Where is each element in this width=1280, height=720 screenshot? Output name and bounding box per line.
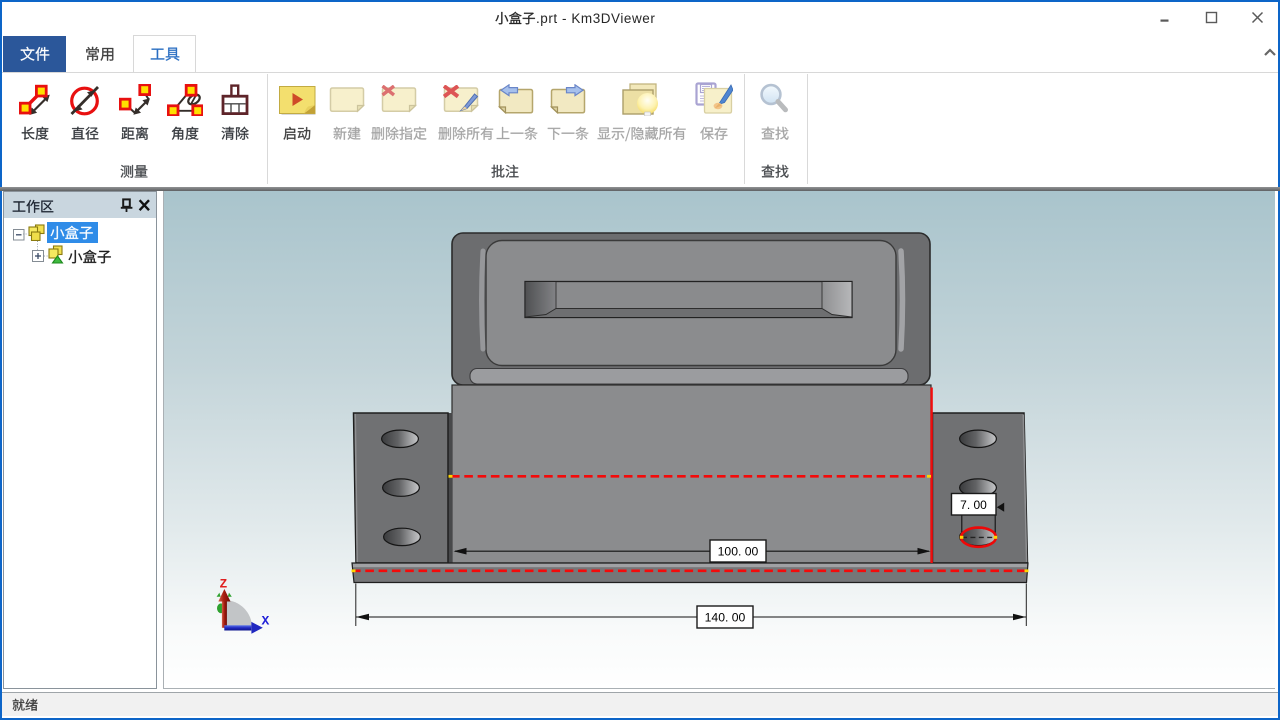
svg-text:7. 00: 7. 00 xyxy=(960,498,987,512)
svg-text:X: X xyxy=(262,614,270,629)
svg-text:Z: Z xyxy=(220,577,228,592)
svg-text:100. 00: 100. 00 xyxy=(718,544,759,558)
svg-text:140. 00: 140. 00 xyxy=(705,610,746,624)
